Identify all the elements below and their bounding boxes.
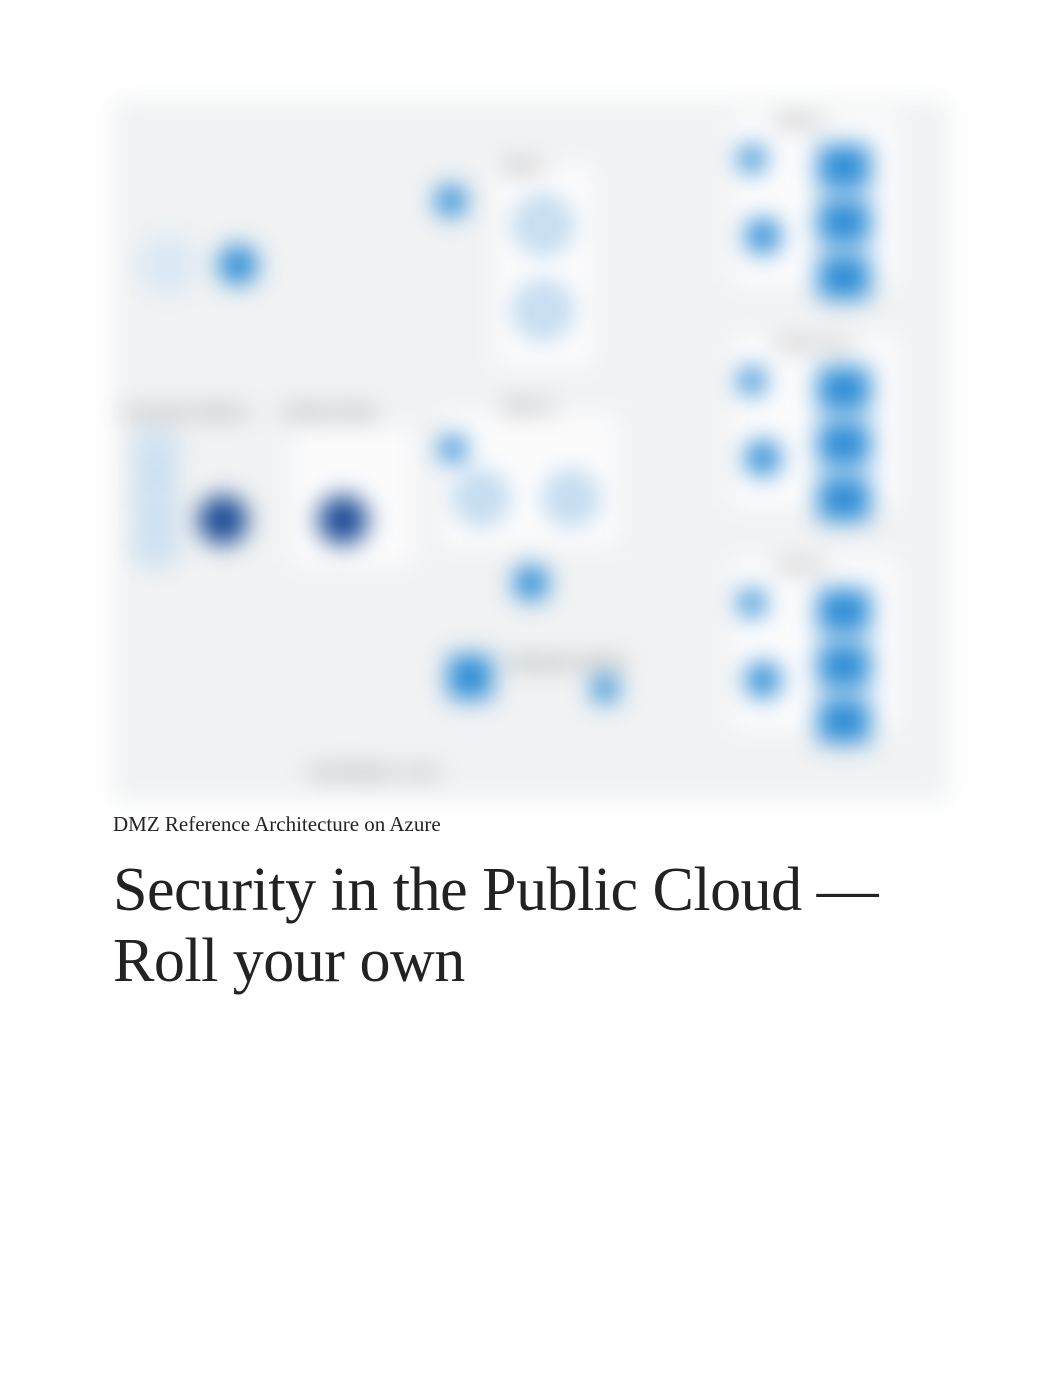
user-icon [138,235,198,295]
biz-tier-label: Business tier [778,337,853,351]
article-title: Security in the Public Cloud — Roll your… [113,855,949,998]
lb-icon [513,565,549,601]
user-icon [439,435,467,463]
mgmt-label: Management Subnet [508,655,625,669]
dmz-out-label: DMZ out [505,400,553,414]
nva-icon [518,285,568,335]
vm-icon [818,200,870,244]
vm-icon [818,255,870,299]
dmz-in-label: DMZ in [505,160,545,174]
dmz-in-box [493,160,598,370]
gateway-label: Gateway Subnet [283,405,376,419]
server-icon [138,525,174,561]
node-icon [218,245,258,285]
web-tier-box [728,110,903,290]
user-icon [435,185,467,217]
user-icon [591,675,619,703]
vm-icon [818,422,870,466]
lb-icon [745,440,781,476]
image-caption: DMZ Reference Architecture on Azure [113,812,949,837]
server-icon [138,435,174,471]
vm-icon [818,589,870,633]
data-tier-label: Data tier [778,559,826,573]
user-icon [738,145,766,173]
vnet-label: Virtual Network - Azure [308,765,439,779]
nva-icon [518,200,568,250]
user-icon [738,367,766,395]
vm-icon [818,477,870,521]
web-tier-label: Web tier [778,115,825,129]
vm-icon [818,367,870,411]
on-prem-label: On-premises Network [123,405,247,419]
nva-icon [548,475,594,521]
mgmt-vm-icon [448,655,492,699]
gateway-icon [198,495,248,545]
vm-icon [818,644,870,688]
gateway-icon [318,495,368,545]
nva-icon [458,475,504,521]
server-icon [138,480,174,516]
lb-icon [745,218,781,254]
user-icon [738,589,766,617]
lb-icon [745,662,781,698]
vm-icon [818,699,870,743]
data-tier-box [728,554,903,734]
biz-tier-box [728,332,903,512]
vm-icon [818,145,870,189]
architecture-diagram: DMZ in On-premises Network Gateway Subne… [113,100,949,800]
